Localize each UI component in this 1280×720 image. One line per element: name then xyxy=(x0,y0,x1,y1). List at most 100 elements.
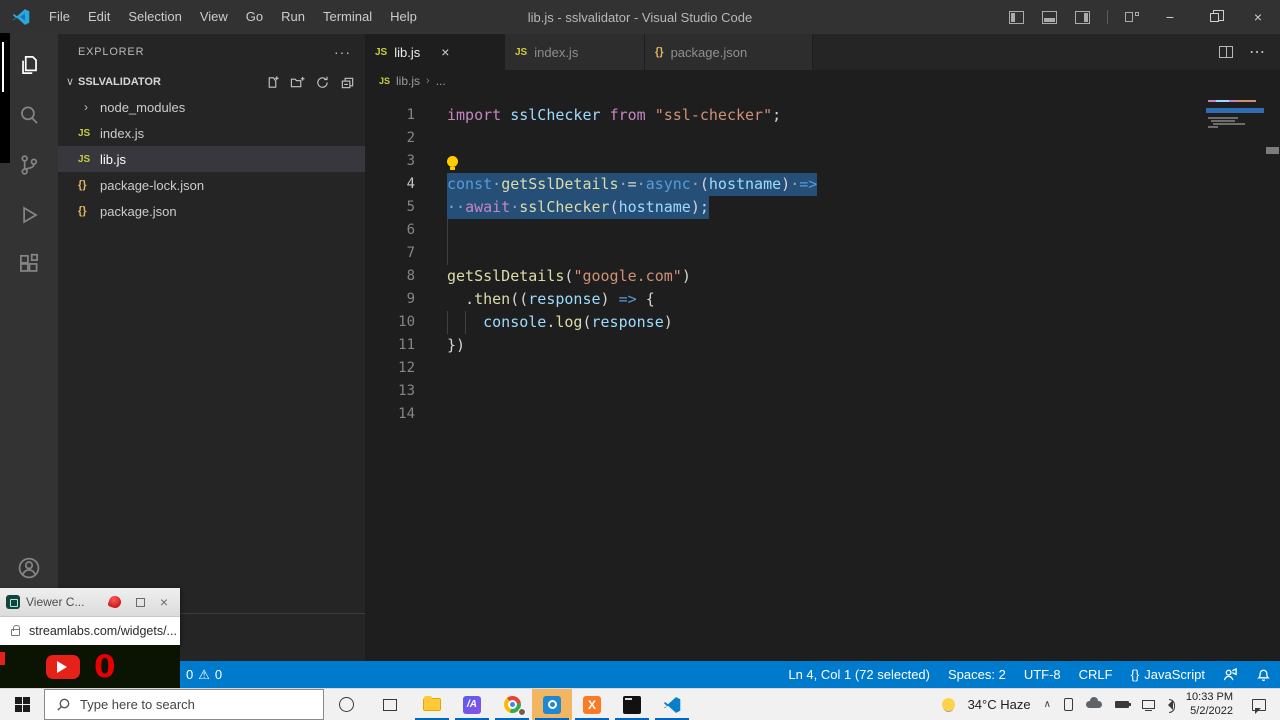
speaker-icon[interactable] xyxy=(1168,700,1173,710)
lightbulb-icon[interactable] xyxy=(447,156,458,167)
tab-index.js[interactable]: JSindex.js xyxy=(505,34,645,70)
code-line-9[interactable]: .then((response) => { xyxy=(447,288,1190,311)
run-and-debug-icon[interactable] xyxy=(0,190,58,240)
tray-time: 10:33 PM xyxy=(1186,691,1233,703)
viewer-window-close-icon[interactable]: × xyxy=(160,594,168,610)
close-button[interactable]: × xyxy=(1236,0,1280,34)
notifications-bell-icon[interactable] xyxy=(1247,661,1280,688)
task-view-button[interactable] xyxy=(368,689,412,720)
menu-run[interactable]: Run xyxy=(272,0,314,34)
menu-help[interactable]: Help xyxy=(381,0,426,34)
taskbar-streamlabs[interactable] xyxy=(532,689,572,720)
titlebar-separator xyxy=(1107,10,1108,24)
extensions-icon[interactable] xyxy=(0,240,58,290)
file-item-package.json[interactable]: {}package.json xyxy=(58,198,365,224)
menu-go[interactable]: Go xyxy=(237,0,272,34)
menu-terminal[interactable]: Terminal xyxy=(314,0,381,34)
viewer-window-urlbar[interactable]: streamlabs.com/widgets/... xyxy=(0,616,180,645)
file-item-node_modules[interactable]: ›node_modules xyxy=(58,94,365,120)
toggle-secondary-sidebar-icon[interactable] xyxy=(1075,11,1090,24)
code-line-4[interactable]: const·getSslDetails·=·async·(hostname)·=… xyxy=(447,173,1190,196)
code-line-14[interactable] xyxy=(447,403,1190,426)
taskbar-purple-app[interactable]: /A xyxy=(452,689,492,720)
code-area[interactable]: 1234567891011121314 import sslChecker fr… xyxy=(365,92,1280,661)
restore-button[interactable] xyxy=(1192,0,1236,34)
network-icon[interactable] xyxy=(1142,700,1155,709)
file-item-package-lock.json[interactable]: {}package-lock.json xyxy=(58,172,365,198)
braces-icon: {} xyxy=(1131,667,1140,682)
weather-text[interactable]: 34°C Haze xyxy=(968,697,1031,712)
youtube-viewer-count: 0 xyxy=(94,649,116,685)
minimize-button[interactable]: − xyxy=(1148,0,1192,34)
toggle-sidebar-icon[interactable] xyxy=(1009,11,1024,24)
viewer-window-maximize-icon[interactable] xyxy=(136,598,145,607)
code-line-5[interactable]: ··await·sslChecker(hostname); xyxy=(447,196,1190,219)
code-line-10[interactable]: console.log(response) xyxy=(447,311,1190,334)
editor-more-actions-icon[interactable]: ⋯ xyxy=(1249,42,1266,62)
action-center-icon[interactable] xyxy=(1252,699,1266,711)
refresh-icon[interactable] xyxy=(315,75,330,90)
taskbar-chrome[interactable] xyxy=(492,689,532,720)
new-folder-icon[interactable] xyxy=(290,75,305,90)
code-line-3[interactable] xyxy=(447,150,1190,173)
taskbar-search-input[interactable]: Type here to search xyxy=(44,689,324,720)
clock[interactable]: 10:33 PM 5/2/2022 xyxy=(1186,691,1233,719)
taskbar-xampp[interactable]: X xyxy=(572,689,612,720)
breadcrumb-more[interactable]: ... xyxy=(436,74,446,88)
viewer-window-titlebar[interactable]: Viewer C... × xyxy=(0,588,180,616)
feedback-icon[interactable] xyxy=(1214,661,1247,688)
explorer-more-actions-icon[interactable]: ··· xyxy=(334,44,351,60)
cursor-position[interactable]: Ln 4, Col 1 (72 selected) xyxy=(779,661,939,688)
customize-layout-icon[interactable] xyxy=(1125,11,1139,24)
vscode-logo-icon xyxy=(12,8,30,26)
file-item-index.js[interactable]: JSindex.js xyxy=(58,120,365,146)
toggle-panel-icon[interactable] xyxy=(1042,11,1057,24)
encoding[interactable]: UTF-8 xyxy=(1015,661,1070,688)
tab-package.json[interactable]: {}package.json xyxy=(645,34,813,70)
new-file-icon[interactable] xyxy=(265,75,280,90)
task-view-icon xyxy=(383,699,397,711)
your-phone-icon[interactable] xyxy=(1064,698,1073,711)
code-line-1[interactable]: import sslChecker from "ssl-checker"; xyxy=(447,104,1190,127)
minimap[interactable] xyxy=(1206,98,1264,140)
code-line-12[interactable] xyxy=(447,357,1190,380)
indentation[interactable]: Spaces: 2 xyxy=(939,661,1015,688)
youtube-logo-icon xyxy=(46,655,80,679)
scrollbar-thumb[interactable] xyxy=(1266,147,1279,154)
menu-edit[interactable]: Edit xyxy=(79,0,119,34)
viewer-count-window: Viewer C... × streamlabs.com/widgets/... xyxy=(0,588,180,645)
battery-icon[interactable] xyxy=(1115,701,1129,708)
language-mode[interactable]: {} JavaScript xyxy=(1122,661,1214,688)
code-line-13[interactable] xyxy=(447,380,1190,403)
account-icon[interactable] xyxy=(0,543,58,593)
onedrive-cloud-icon[interactable] xyxy=(1086,701,1102,708)
root-folder-name: SSLVALIDATOR xyxy=(78,76,161,88)
code-line-6[interactable] xyxy=(447,219,1190,242)
taskbar-terminal[interactable] xyxy=(612,689,652,720)
code-line-2[interactable] xyxy=(447,127,1190,150)
menu-selection[interactable]: Selection xyxy=(119,0,190,34)
tab-close-icon[interactable]: × xyxy=(441,44,449,60)
cortana-button[interactable] xyxy=(324,689,368,720)
weather-haze-icon[interactable] xyxy=(942,698,955,711)
collapse-folders-icon[interactable] xyxy=(340,75,355,90)
start-button[interactable] xyxy=(0,689,44,720)
section-chevron-icon[interactable]: ∨ xyxy=(62,75,78,88)
tab-lib.js[interactable]: JSlib.js× xyxy=(365,34,505,70)
problems-indicator[interactable]: 0 ⚠ 0 xyxy=(186,667,222,683)
file-item-lib.js[interactable]: JSlib.js xyxy=(58,146,365,172)
folder-section-header[interactable]: ∨ SSLVALIDATOR xyxy=(58,70,365,94)
warning-count: 0 xyxy=(215,667,222,682)
code-line-8[interactable]: getSslDetails("google.com") xyxy=(447,265,1190,288)
code-line-11[interactable]: }) xyxy=(447,334,1190,357)
code-line-7[interactable] xyxy=(447,242,1190,265)
breadcrumb-file[interactable]: lib.js xyxy=(396,74,420,88)
hidden-icons-chevron[interactable]: ∧ xyxy=(1044,699,1051,710)
eol-sequence[interactable]: CRLF xyxy=(1070,661,1122,688)
taskbar-vscode[interactable] xyxy=(652,689,692,720)
line-number: 11 xyxy=(365,334,415,357)
menu-file[interactable]: File xyxy=(40,0,79,34)
taskbar-file-explorer[interactable] xyxy=(412,689,452,720)
split-editor-icon[interactable] xyxy=(1219,46,1233,58)
menu-view[interactable]: View xyxy=(191,0,237,34)
